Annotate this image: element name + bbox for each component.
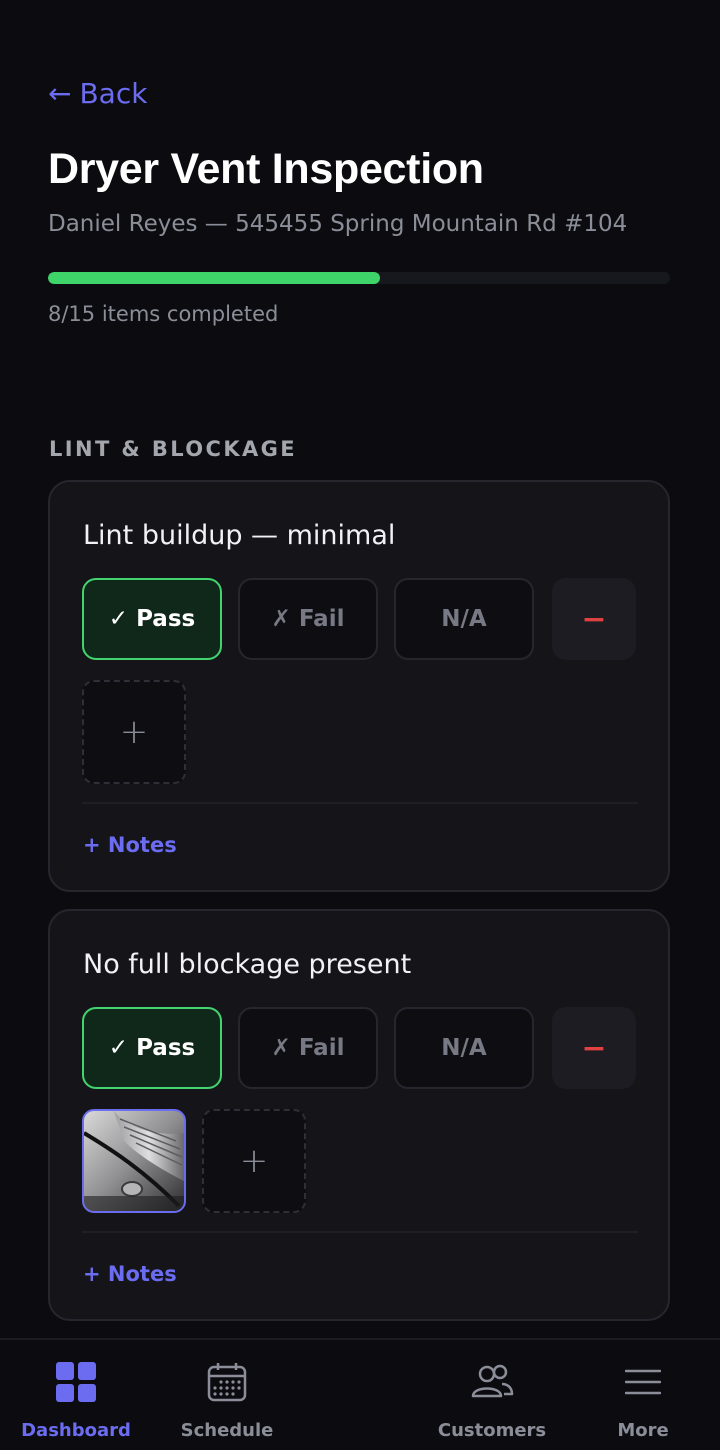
photo-thumbnail[interactable] [82,1109,186,1213]
tab-customers[interactable]: Customers [432,1340,552,1450]
add-photo-button[interactable]: + [82,680,186,784]
remove-button[interactable]: − [552,578,636,660]
fail-label: Fail [298,1035,345,1061]
tab-label: Dashboard [21,1420,131,1441]
na-button[interactable]: N/A [394,578,534,660]
add-photo-button[interactable]: + [202,1109,306,1213]
section-title: LINT & BLOCKAGE [49,437,298,461]
minus-icon: − [581,1030,607,1066]
progress-bar-fill [48,272,380,284]
add-notes-button[interactable]: + Notes [83,830,177,860]
na-label: N/A [441,606,487,632]
tab-more[interactable]: More [593,1340,693,1450]
dashboard-grid-icon [56,1362,96,1402]
plus-icon: + [239,1141,269,1181]
add-notes-button[interactable]: + Notes [83,1259,177,1289]
inspection-screen: ← Back Dryer Vent Inspection Daniel Reye… [0,0,720,1450]
back-button[interactable]: ← Back [48,76,147,112]
tab-label: Schedule [180,1420,274,1441]
dryer-vent-photo-image [84,1111,184,1211]
remove-button[interactable]: − [552,1007,636,1089]
fail-label: Fail [298,606,345,632]
progress-label: 8/15 items completed [48,302,279,326]
card-divider [82,802,638,804]
tab-label: Customers [437,1420,547,1441]
x-icon: ✗ [271,1035,291,1061]
page-title: Dryer Vent Inspection [48,145,484,193]
pass-button[interactable]: ✓ Pass [82,578,222,660]
pass-label: Pass [136,1035,196,1061]
check-icon: ✓ [108,606,129,632]
minus-icon: − [581,601,607,637]
checklist-item-title: Lint buildup — minimal [83,520,396,551]
check-icon: ✓ [108,1035,129,1061]
fail-button[interactable]: ✗ Fail [238,1007,378,1089]
checklist-item-card: No full blockage present ✓ Pass ✗ Fail N… [48,909,670,1321]
fail-button[interactable]: ✗ Fail [238,578,378,660]
card-divider [82,1231,638,1233]
na-button[interactable]: N/A [394,1007,534,1089]
back-arrow-icon: ← [48,77,72,110]
customer-address: Daniel Reyes — 545455 Spring Mountain Rd… [48,211,628,237]
bottom-tab-bar: Dashboard Schedule Customers More [0,1338,720,1450]
menu-icon [625,1369,661,1395]
checklist-item-card: Lint buildup — minimal ✓ Pass ✗ Fail N/A… [48,480,670,892]
tab-dashboard[interactable]: Dashboard [16,1340,136,1450]
back-label: Back [79,77,148,110]
calendar-icon [207,1363,247,1402]
tab-schedule[interactable]: Schedule [167,1340,287,1450]
checklist-item-title: No full blockage present [83,949,412,980]
plus-icon: + [119,712,149,752]
na-label: N/A [441,1035,487,1061]
progress-bar [48,272,670,284]
customers-icon [471,1364,514,1398]
pass-button[interactable]: ✓ Pass [82,1007,222,1089]
x-icon: ✗ [271,606,291,632]
pass-label: Pass [136,606,196,632]
tab-label: More [617,1420,669,1441]
